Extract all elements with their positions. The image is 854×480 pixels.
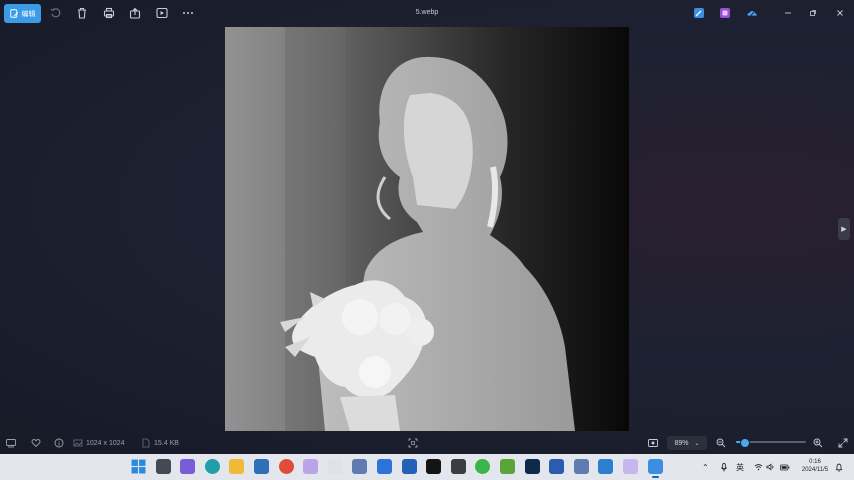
- taskbar-app-file-explorer[interactable]: [229, 459, 245, 474]
- taskbar-app-app-blue[interactable]: [377, 459, 392, 474]
- file-size-info: 15.4 KB: [141, 437, 179, 449]
- battery-button[interactable]: [780, 462, 790, 472]
- zoom-in-button[interactable]: [813, 437, 823, 449]
- heart-icon: [31, 439, 41, 448]
- taskbar-app-app-violet[interactable]: [180, 459, 196, 474]
- taskbar-app-wechat[interactable]: [475, 459, 491, 474]
- filmstrip-button[interactable]: [6, 437, 16, 449]
- photo-editor-icon: [694, 8, 704, 18]
- taskbar-app-photoshop[interactable]: [524, 459, 540, 474]
- clipchamp-button[interactable]: [718, 6, 732, 20]
- taskbar-app-app-notes[interactable]: [327, 459, 343, 474]
- system-clock[interactable]: 0:16 2024/11/5: [798, 458, 832, 474]
- chevron-down-icon: ⌄: [694, 440, 700, 447]
- dimensions-info: 1024 x 1024: [73, 437, 125, 449]
- file-size-icon: [142, 438, 150, 448]
- zoom-level-dropdown[interactable]: 89% ⌄: [667, 436, 707, 450]
- file-info-button[interactable]: [54, 437, 64, 449]
- zoom-out-button[interactable]: [716, 437, 726, 449]
- fit-to-window-button[interactable]: [408, 437, 418, 449]
- photo-depth-map: [225, 27, 575, 431]
- onedrive-button[interactable]: [745, 6, 759, 20]
- taskbar-app-photos[interactable]: [647, 459, 663, 478]
- photos-app-window: 编辑 5.webp ▶ 1024 x 1024 15.4 KB 89% ⌄: [0, 0, 854, 454]
- microphone-button[interactable]: [720, 462, 728, 472]
- taskbar-app-chrome[interactable]: [278, 459, 294, 474]
- taskbar-app-app-purple[interactable]: [303, 459, 319, 474]
- filmstrip-icon: [6, 439, 16, 448]
- clock-time: 0:16: [809, 459, 821, 465]
- taskbar-app-app-gpu[interactable]: [549, 459, 565, 474]
- taskbar-app-app-network2[interactable]: [573, 459, 589, 474]
- minimize-icon: [785, 12, 791, 14]
- taskbar-app-start[interactable]: [131, 459, 146, 474]
- taskbar-app-terminal[interactable]: [450, 459, 466, 474]
- info-icon: [54, 438, 64, 448]
- chevron-right-icon: ▶: [841, 226, 847, 233]
- restore-icon: [810, 10, 816, 16]
- onedrive-icon: [747, 10, 757, 18]
- favorite-button[interactable]: [31, 437, 41, 449]
- bell-icon: [835, 463, 843, 472]
- title-bar: 编辑 5.webp: [0, 0, 854, 27]
- taskbar-app-capcut[interactable]: [426, 459, 442, 474]
- taskbar-app-edge[interactable]: [204, 459, 220, 474]
- zoom-slider[interactable]: [736, 438, 806, 448]
- close-icon: [837, 10, 843, 16]
- battery-icon: [780, 464, 790, 470]
- input-method-button[interactable]: 英: [736, 462, 744, 472]
- fullscreen-button[interactable]: [838, 437, 848, 449]
- minimize-button[interactable]: [781, 6, 795, 20]
- clock-date: 2024/11/5: [801, 467, 829, 473]
- dimensions-icon: [73, 439, 83, 447]
- wifi-icon: [754, 464, 763, 471]
- file-size-text: 15.4 KB: [154, 439, 179, 447]
- tray-overflow-button[interactable]: ⌃: [702, 462, 709, 472]
- taskbar-app-app-media[interactable]: [598, 459, 614, 474]
- fullscreen-icon: [838, 438, 848, 448]
- taskbar-app-app-green[interactable]: [500, 459, 515, 474]
- taskbar-app-app-network[interactable]: [352, 459, 368, 474]
- input-method-text: 英: [736, 462, 744, 472]
- dimensions-text: 1024 x 1024: [86, 439, 125, 447]
- clipchamp-icon: [720, 8, 730, 18]
- volume-icon: [766, 463, 774, 471]
- taskbar-app-store[interactable]: [254, 459, 269, 474]
- zoom-in-icon: [813, 438, 823, 448]
- close-button[interactable]: [833, 6, 847, 20]
- taskbar-app-app-lavender[interactable]: [623, 459, 638, 474]
- next-photo-button[interactable]: ▶: [838, 218, 850, 240]
- taskbar-app-app-v[interactable]: [401, 459, 417, 474]
- chevron-up-icon: ⌃: [702, 462, 709, 472]
- windows-logo-icon: [131, 459, 146, 474]
- status-bar: 1024 x 1024 15.4 KB 89% ⌄: [0, 431, 854, 454]
- taskbar: ⌃ 英 0:16 2024/11/5: [0, 454, 854, 480]
- zoom-out-icon: [716, 438, 726, 448]
- photo-canvas[interactable]: [225, 27, 629, 431]
- fit-screen-icon: [408, 438, 418, 448]
- photo-editor-button[interactable]: [692, 6, 706, 20]
- screen-icon: [648, 439, 658, 447]
- zoom-level-text: 89%: [674, 439, 689, 447]
- restore-button[interactable]: [806, 6, 820, 20]
- taskbar-app-file-manager[interactable]: [155, 459, 171, 474]
- notifications-button[interactable]: [835, 462, 843, 472]
- wifi-button[interactable]: [754, 462, 763, 472]
- microphone-icon: [720, 462, 728, 472]
- actual-size-button[interactable]: [648, 437, 658, 449]
- volume-button[interactable]: [766, 462, 775, 472]
